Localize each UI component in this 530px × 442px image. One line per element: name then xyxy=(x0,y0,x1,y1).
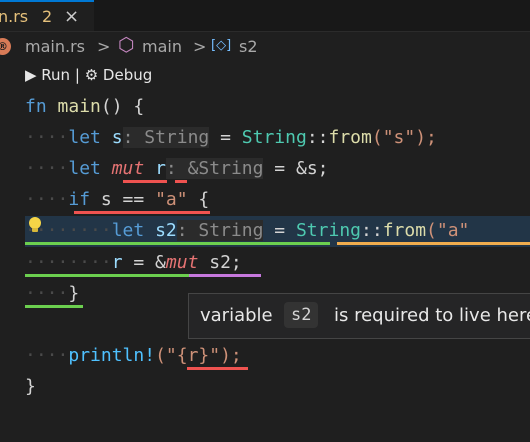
indent-guide: ········ xyxy=(25,252,112,273)
tooltip-prefix: variable xyxy=(200,305,273,326)
path-separator: :: xyxy=(306,127,329,148)
keyword-let: let xyxy=(68,158,101,179)
hover-tooltip: variable s2 is required to live here xyxy=(188,293,530,339)
variable-s: s xyxy=(111,127,123,148)
keyword-let: let xyxy=(111,220,145,241)
mut-borrow-error-underline xyxy=(123,180,167,183)
keyword-mut: mut xyxy=(165,252,199,273)
code-line-1: fn main() { xyxy=(25,93,144,121)
code-line-3: ····let mut r: &String = &s; xyxy=(25,155,329,183)
function-params: () { xyxy=(100,96,145,117)
string-from-warning-underline xyxy=(337,242,530,245)
assignment-underline xyxy=(25,274,189,277)
variable-r: r xyxy=(155,158,166,179)
if-error-underline xyxy=(74,211,210,214)
indent-guide: ···· xyxy=(25,158,69,179)
keyword-let: let xyxy=(68,127,101,148)
operator: = xyxy=(263,220,296,241)
tooltip-code: s2 xyxy=(284,302,319,328)
closing-brace: } xyxy=(25,376,36,397)
code-line-5: ········let s2: String = String::from("a… xyxy=(25,217,469,245)
variable-s2: s2 xyxy=(155,220,177,241)
condition: s == xyxy=(90,189,156,210)
string-literal: "a" xyxy=(155,189,188,210)
from-function: from xyxy=(382,220,427,241)
code-line-8: ····println!("{r}"); xyxy=(25,342,242,370)
lifetime-scope-underline xyxy=(25,242,330,245)
indent-guide: ···· xyxy=(25,189,69,210)
type-hint: : String xyxy=(176,220,264,241)
assignment: = &s; xyxy=(263,158,329,179)
format-string-error-underline xyxy=(187,367,248,370)
string-literal: ("s"); xyxy=(371,127,437,148)
type-string: String xyxy=(295,220,361,241)
keyword-fn: fn xyxy=(25,96,47,117)
type-string: String xyxy=(241,127,307,148)
indent-guide: ···· xyxy=(25,127,69,148)
path-separator: :: xyxy=(361,220,383,241)
closing-brace-underline xyxy=(25,305,83,308)
operator: = xyxy=(209,127,242,148)
keyword-mut: mut xyxy=(111,158,145,179)
code-line-9: } xyxy=(25,373,36,401)
type-hint: : String xyxy=(122,127,210,148)
keyword-if: if xyxy=(68,189,91,210)
variable-s2-reference: s2; xyxy=(198,252,242,273)
closing-brace: } xyxy=(68,283,80,304)
lightbulb-icon[interactable] xyxy=(28,216,42,234)
println-macro: println! xyxy=(68,345,156,366)
code-line-2: ····let s: String = String::from("s"); xyxy=(25,124,437,152)
variable-r-error-underline xyxy=(175,180,187,183)
code-editor[interactable]: fn main() { ····let s: String = String::… xyxy=(0,0,530,442)
variable-r: r xyxy=(111,252,123,273)
code-line-6: ········r = &mut s2; xyxy=(25,249,242,277)
type-hint: : &String xyxy=(165,158,264,179)
code-line-4: ····if s == "a" { xyxy=(25,186,209,214)
mut-reference-underline xyxy=(189,274,261,277)
code-line-7: ····} xyxy=(25,280,79,308)
indent-guide: ···· xyxy=(25,345,69,366)
string-literal: ("a" xyxy=(426,220,470,241)
tooltip-message: is required to live here xyxy=(334,305,530,326)
reference-operator: = & xyxy=(122,252,166,273)
from-function: from xyxy=(328,127,372,148)
function-name: main xyxy=(57,96,101,117)
indent-guide: ···· xyxy=(25,283,69,304)
brace: { xyxy=(187,189,210,210)
format-string: ("{r}"); xyxy=(155,345,242,366)
